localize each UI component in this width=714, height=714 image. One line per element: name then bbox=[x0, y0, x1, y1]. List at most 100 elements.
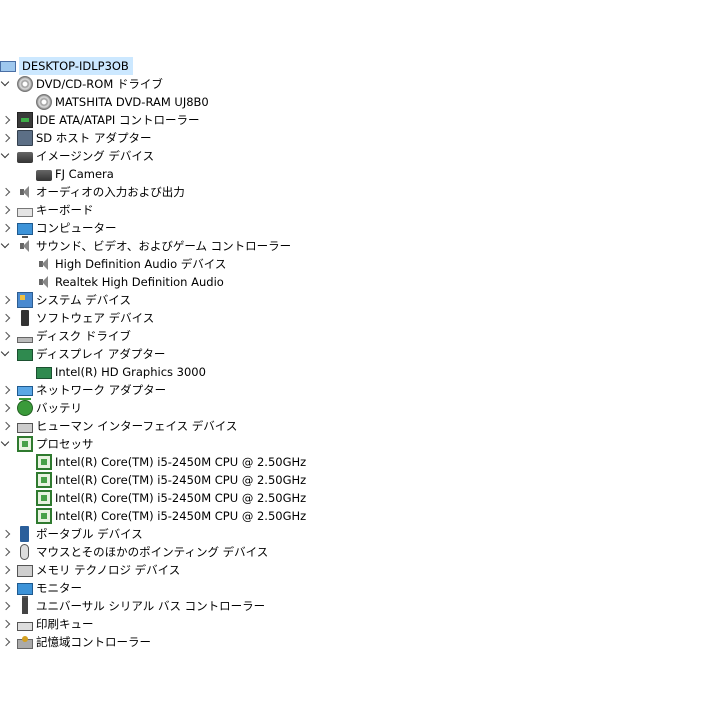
chevron-right-icon[interactable] bbox=[0, 309, 13, 327]
tree-device[interactable]: Realtek High Definition Audio bbox=[36, 273, 224, 291]
display-adapter-icon bbox=[17, 349, 33, 361]
printer-icon bbox=[17, 621, 33, 631]
tree-category[interactable]: 記憶域コントローラー bbox=[0, 633, 151, 651]
tree-category-label: 記憶域コントローラー bbox=[36, 635, 151, 649]
tree-category[interactable]: ネットワーク アダプター bbox=[0, 381, 166, 400]
system-device-icon bbox=[17, 292, 33, 308]
tree-category[interactable]: システム デバイス bbox=[0, 291, 131, 309]
tree-category-label: コンピューター bbox=[36, 221, 117, 235]
root-label: DESKTOP-IDLP3OB bbox=[19, 57, 133, 75]
tree-category-label: 印刷キュー bbox=[36, 617, 94, 631]
tree-root[interactable]: DESKTOP-IDLP3OB bbox=[0, 57, 133, 75]
tree-category-label: イメージング デバイス bbox=[36, 149, 155, 163]
chevron-right-icon[interactable] bbox=[0, 291, 13, 309]
chevron-right-icon[interactable] bbox=[0, 561, 13, 579]
chevron-down-icon[interactable] bbox=[0, 345, 13, 363]
tree-category[interactable]: ソフトウェア デバイス bbox=[0, 309, 154, 327]
tree-category-label: ポータブル デバイス bbox=[36, 527, 143, 541]
memory-icon bbox=[17, 565, 33, 577]
software-device-icon bbox=[21, 310, 29, 326]
tree-device-label: FJ Camera bbox=[55, 167, 114, 181]
chevron-down-icon[interactable] bbox=[0, 435, 13, 453]
tree-category[interactable]: バッテリ bbox=[0, 399, 82, 417]
chevron-right-icon[interactable] bbox=[0, 111, 13, 129]
tree-category[interactable]: コンピューター bbox=[0, 219, 117, 238]
chevron-down-icon[interactable] bbox=[0, 75, 13, 93]
tree-device[interactable]: Intel(R) Core(TM) i5-2450M CPU @ 2.50GHz bbox=[36, 453, 306, 471]
tree-device-label: Intel(R) Core(TM) i5-2450M CPU @ 2.50GHz bbox=[55, 509, 307, 523]
speaker-icon bbox=[17, 184, 33, 200]
dvd-drive-icon bbox=[17, 76, 33, 92]
processor-icon bbox=[36, 454, 52, 470]
chevron-right-icon[interactable] bbox=[0, 597, 13, 615]
chevron-down-icon[interactable] bbox=[0, 147, 13, 165]
tree-category[interactable]: ディスク ドライブ bbox=[0, 327, 131, 345]
speaker-icon bbox=[17, 238, 33, 254]
processor-icon bbox=[36, 490, 52, 506]
tree-category[interactable]: SD ホスト アダプター bbox=[0, 129, 151, 147]
chevron-right-icon[interactable] bbox=[0, 615, 13, 633]
chevron-right-icon[interactable] bbox=[0, 183, 13, 201]
chevron-right-icon[interactable] bbox=[0, 543, 13, 561]
chevron-right-icon[interactable] bbox=[0, 327, 13, 345]
tree-category-label: マウスとそのほかのポインティング デバイス bbox=[36, 545, 269, 559]
chevron-right-icon[interactable] bbox=[0, 381, 13, 399]
chevron-right-icon[interactable] bbox=[0, 219, 13, 237]
tree-category-label: バッテリ bbox=[36, 401, 82, 415]
network-adapter-icon bbox=[17, 385, 33, 400]
tree-category[interactable]: ヒューマン インターフェイス デバイス bbox=[0, 417, 237, 435]
tree-device-label: Intel(R) Core(TM) i5-2450M CPU @ 2.50GHz bbox=[55, 473, 307, 487]
tree-category-label: モニター bbox=[36, 581, 82, 595]
tree-category[interactable]: マウスとそのほかのポインティング デバイス bbox=[0, 543, 268, 561]
tree-category[interactable]: メモリ テクノロジ デバイス bbox=[0, 561, 180, 579]
tree-category[interactable]: プロセッサ bbox=[0, 435, 94, 453]
tree-category-label: オーディオの入力および出力 bbox=[36, 185, 185, 199]
tree-device[interactable]: Intel(R) Core(TM) i5-2450M CPU @ 2.50GHz bbox=[36, 471, 306, 489]
tree-category[interactable]: IDE ATA/ATAPI コントローラー bbox=[0, 111, 199, 129]
camera-icon bbox=[17, 152, 33, 163]
processor-icon bbox=[36, 472, 52, 488]
tree-device[interactable]: FJ Camera bbox=[36, 165, 114, 183]
chevron-right-icon[interactable] bbox=[0, 417, 13, 435]
chevron-down-icon[interactable] bbox=[0, 237, 13, 255]
usb-icon bbox=[22, 598, 28, 614]
chevron-right-icon[interactable] bbox=[0, 201, 13, 219]
tree-category-label: サウンド、ビデオ、およびゲーム コントローラー bbox=[36, 239, 292, 253]
camera-icon bbox=[36, 170, 52, 181]
tree-category[interactable]: オーディオの入力および出力 bbox=[0, 183, 185, 201]
dvd-drive-icon bbox=[36, 94, 52, 110]
tree-device[interactable]: Intel(R) Core(TM) i5-2450M CPU @ 2.50GHz bbox=[36, 507, 306, 525]
processor-icon bbox=[36, 508, 52, 524]
tree-device-label: High Definition Audio デバイス bbox=[55, 257, 227, 271]
device-tree: DESKTOP-IDLP3OB DVD/CD-ROM ドライブ MATSHITA … bbox=[0, 0, 714, 714]
chevron-right-icon[interactable] bbox=[0, 399, 13, 417]
chevron-right-icon[interactable] bbox=[0, 129, 13, 147]
tree-device[interactable]: High Definition Audio デバイス bbox=[36, 255, 226, 273]
sd-host-icon bbox=[17, 130, 33, 146]
tree-category[interactable]: モニター bbox=[0, 579, 82, 598]
chevron-right-icon[interactable] bbox=[0, 525, 13, 543]
tree-device[interactable]: MATSHITA DVD-RAM UJ8B0 bbox=[36, 93, 209, 111]
tree-category-label: ユニバーサル シリアル バス コントローラー bbox=[36, 599, 266, 613]
tree-category[interactable]: 印刷キュー bbox=[0, 615, 94, 633]
keyboard-icon bbox=[17, 207, 33, 217]
tree-category-label: ディスプレイ アダプター bbox=[36, 347, 166, 361]
tree-category[interactable]: DVD/CD-ROM ドライブ bbox=[0, 75, 163, 93]
storage-controller-icon bbox=[17, 635, 33, 649]
tree-category-label: SD ホスト アダプター bbox=[36, 131, 152, 145]
tree-category[interactable]: ポータブル デバイス bbox=[0, 525, 143, 543]
tree-category-label: DVD/CD-ROM ドライブ bbox=[36, 77, 163, 91]
tree-category[interactable]: キーボード bbox=[0, 201, 94, 219]
chevron-right-icon[interactable] bbox=[0, 633, 13, 651]
tree-device[interactable]: Intel(R) Core(TM) i5-2450M CPU @ 2.50GHz bbox=[36, 489, 306, 507]
tree-device[interactable]: Intel(R) HD Graphics 3000 bbox=[36, 363, 206, 381]
processor-icon bbox=[17, 436, 33, 452]
tree-category[interactable]: ディスプレイ アダプター bbox=[0, 345, 165, 363]
hid-icon bbox=[17, 423, 33, 433]
chevron-right-icon[interactable] bbox=[0, 579, 13, 597]
tree-category[interactable]: サウンド、ビデオ、およびゲーム コントローラー bbox=[0, 237, 291, 255]
tree-device-label: Intel(R) Core(TM) i5-2450M CPU @ 2.50GHz bbox=[55, 455, 307, 469]
tree-category-label: プロセッサ bbox=[36, 437, 94, 451]
tree-category[interactable]: ユニバーサル シリアル バス コントローラー bbox=[0, 597, 265, 615]
tree-category[interactable]: イメージング デバイス bbox=[0, 147, 154, 165]
